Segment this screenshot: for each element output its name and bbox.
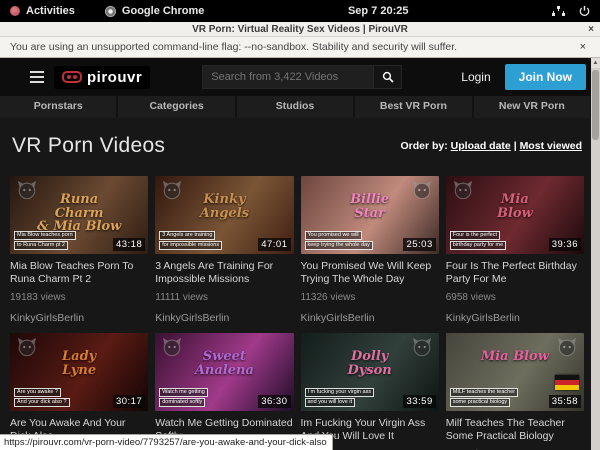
- duration-badge: 25:03: [403, 238, 435, 251]
- search-icon: [382, 71, 394, 83]
- thumbnail-caption: Watch me gettingdominated softly: [159, 388, 208, 407]
- video-card[interactable]: RunaCharm& Mia BlowMia Blow teaches porn…: [10, 176, 148, 324]
- browser-titlebar: × VR Porn: Virtual Reality Sex Videos | …: [0, 22, 600, 37]
- order-most-viewed-link[interactable]: Most viewed: [520, 140, 582, 152]
- chrome-icon: [105, 6, 116, 17]
- video-title[interactable]: Mia Blow Teaches Porn To Runa Charm Pt 2: [10, 260, 148, 286]
- video-thumbnail[interactable]: Mia Blow MILF teaches the teachersome pra…: [446, 333, 584, 411]
- thumbnail-overlay-text: Mia Blow: [457, 350, 573, 364]
- thumbnail-overlay-text: KinkyAngels: [166, 193, 282, 220]
- nav-item-categories[interactable]: Categories: [118, 96, 234, 118]
- video-card[interactable]: DollyDyson I m fucking your virgin assand…: [301, 333, 439, 450]
- screen: Activities Google Chrome Sep 7 20:25 × V…: [0, 0, 600, 450]
- video-thumbnail[interactable]: BillieStar You promised we willkeep tryin…: [301, 176, 439, 254]
- view-count: 11326 views: [301, 292, 439, 303]
- view-count: 11111 views: [155, 292, 293, 303]
- studio-link[interactable]: KinkyGirlsBerlin: [10, 312, 148, 324]
- studio-link[interactable]: KinkyGirlsBerlin: [155, 312, 293, 324]
- status-url: https://pirouvr.com/vr-porn-video/779325…: [0, 434, 333, 450]
- duration-badge: 33:59: [403, 395, 435, 408]
- thumbnail-caption: Four is the perfectbirthday party for me: [450, 231, 506, 250]
- activities-dot-icon: [10, 6, 20, 16]
- system-top-bar: Activities Google Chrome Sep 7 20:25: [0, 0, 600, 22]
- site-logo[interactable]: pirouvr: [54, 66, 150, 89]
- nav-item-best-vr-porn[interactable]: Best VR Porn: [355, 96, 471, 118]
- hamburger-menu-icon[interactable]: [30, 71, 44, 83]
- video-card[interactable]: LadyLyne Are you awake ?And your dick als…: [10, 333, 148, 450]
- video-thumbnail[interactable]: LadyLyne Are you awake ?And your dick als…: [10, 333, 148, 411]
- duration-badge: 43:18: [113, 238, 145, 251]
- order-upload-date-link[interactable]: Upload date: [451, 140, 511, 152]
- thumbnail-caption: I m fucking your virgin assand you will …: [305, 388, 375, 407]
- thumbnail-caption: You promised we willkeep trying the whol…: [305, 231, 373, 250]
- view-count: 19183 views: [10, 292, 148, 303]
- video-thumbnail[interactable]: SweetAnalena Watch me gettingdominated so…: [155, 333, 293, 411]
- thumbnail-overlay-text: DollyDyson: [312, 350, 428, 377]
- activities-button[interactable]: Activities: [26, 5, 75, 17]
- duration-badge: 36:30: [258, 395, 290, 408]
- order-by-label: Order by:: [400, 140, 447, 152]
- duration-badge: 47:01: [258, 238, 290, 251]
- app-indicator[interactable]: Google Chrome: [122, 5, 205, 17]
- network-icon[interactable]: [552, 6, 565, 17]
- warning-infobar: You are using an unsupported command-lin…: [0, 37, 600, 58]
- video-card[interactable]: SweetAnalena Watch me gettingdominated so…: [155, 333, 293, 450]
- clock[interactable]: Sep 7 20:25: [204, 5, 552, 17]
- tab-title: VR Porn: Virtual Reality Sex Videos | Pi…: [18, 24, 582, 35]
- nav-item-pornstars[interactable]: Pornstars: [0, 96, 116, 118]
- order-by: Order by: Upload date | Most viewed: [400, 140, 582, 152]
- infobar-close-icon[interactable]: ×: [576, 41, 590, 53]
- logo-text: pirouvr: [87, 69, 142, 86]
- video-title[interactable]: You Promised We Will Keep Trying The Who…: [301, 260, 439, 286]
- video-card[interactable]: MiaBlow Four is the perfectbirthday party…: [446, 176, 584, 324]
- video-thumbnail[interactable]: MiaBlow Four is the perfectbirthday party…: [446, 176, 584, 254]
- video-thumbnail[interactable]: DollyDyson I m fucking your virgin assand…: [301, 333, 439, 411]
- duration-badge: 35:58: [549, 395, 581, 408]
- duration-badge: 30:17: [113, 395, 145, 408]
- thumbnail-caption: MILF teaches the teachersome practical b…: [450, 388, 518, 407]
- scrollbar-thumb[interactable]: [592, 70, 599, 140]
- duration-badge: 39:36: [549, 238, 581, 251]
- power-icon[interactable]: [579, 6, 590, 17]
- search-button[interactable]: [374, 65, 402, 89]
- thumbnail-caption: Mia Blow teaches pornto Runa Charm pt 2: [14, 231, 76, 250]
- video-card[interactable]: KinkyAngels 3 Angels are trainingfor impo…: [155, 176, 293, 324]
- video-title[interactable]: Milf Teaches The Teacher Some Practical …: [446, 417, 584, 443]
- vr-headset-icon: [62, 71, 82, 83]
- order-separator: |: [514, 140, 517, 152]
- video-card[interactable]: BillieStar You promised we willkeep tryin…: [301, 176, 439, 324]
- site-header: pirouvr Login Join Now: [0, 58, 600, 96]
- thumbnail-caption: Are you awake ?And your dick also ?: [14, 388, 70, 407]
- view-count: 6958 views: [446, 292, 584, 303]
- german-flag: [555, 375, 579, 390]
- main-nav: PornstarsCategoriesStudiosBest VR PornNe…: [0, 96, 600, 118]
- search-input[interactable]: [202, 65, 374, 89]
- thumbnail-caption: 3 Angels are trainingfor impossible miss…: [159, 231, 222, 250]
- page-content: VR Porn Videos Order by: Upload date | M…: [0, 118, 600, 450]
- login-link[interactable]: Login: [461, 70, 490, 84]
- video-thumbnail[interactable]: KinkyAngels 3 Angels are trainingfor impo…: [155, 176, 293, 254]
- thumbnail-overlay-text: SweetAnalena: [166, 350, 282, 377]
- warning-message: You are using an unsupported command-lin…: [10, 41, 576, 53]
- scroll-up-icon[interactable]: ▲: [591, 58, 600, 68]
- thumbnail-overlay-text: RunaCharm& Mia Blow: [21, 193, 137, 234]
- scrollbar[interactable]: ▲: [591, 58, 600, 450]
- studio-link[interactable]: KinkyGirlsBerlin: [301, 312, 439, 324]
- video-card[interactable]: Mia Blow MILF teaches the teachersome pra…: [446, 333, 584, 450]
- join-now-button[interactable]: Join Now: [505, 64, 586, 90]
- close-icon[interactable]: ×: [582, 24, 600, 35]
- video-title[interactable]: Four Is The Perfect Birthday Party For M…: [446, 260, 584, 286]
- nav-item-studios[interactable]: Studios: [237, 96, 353, 118]
- video-grid: RunaCharm& Mia BlowMia Blow teaches porn…: [10, 176, 584, 450]
- video-thumbnail[interactable]: RunaCharm& Mia BlowMia Blow teaches porn…: [10, 176, 148, 254]
- nav-item-new-vr-porn[interactable]: New VR Porn: [474, 96, 590, 118]
- thumbnail-overlay-text: LadyLyne: [21, 350, 137, 377]
- thumbnail-overlay-text: MiaBlow: [457, 193, 573, 220]
- video-title[interactable]: 3 Angels Are Training For Impossible Mis…: [155, 260, 293, 286]
- page-title: VR Porn Videos: [12, 134, 165, 158]
- studio-link[interactable]: KinkyGirlsBerlin: [446, 312, 584, 324]
- thumbnail-overlay-text: BillieStar: [312, 193, 428, 220]
